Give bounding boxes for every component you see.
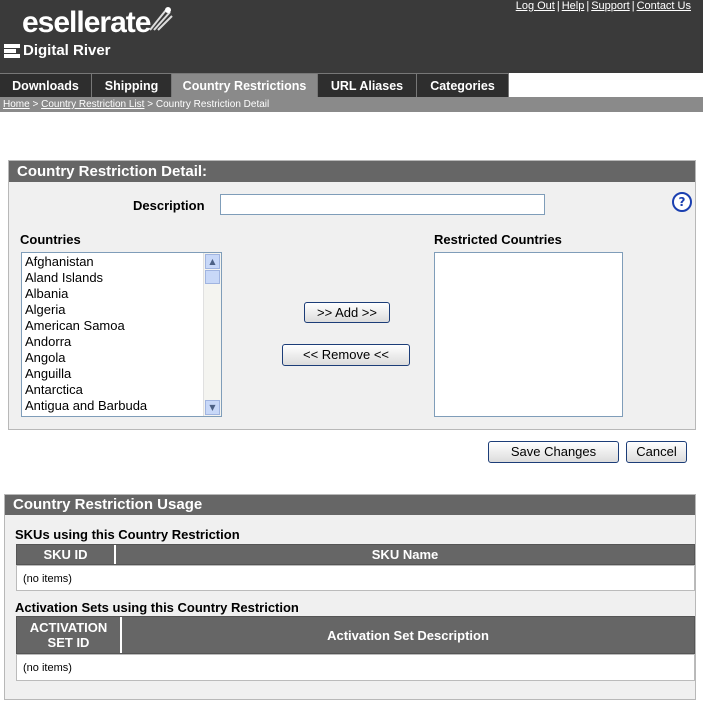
- breadcrumb-separator: >: [29, 99, 42, 110]
- scroll-up-icon[interactable]: ▲: [205, 254, 220, 269]
- digital-river-mark-icon: [4, 44, 20, 58]
- tab-downloads[interactable]: Downloads: [0, 73, 92, 97]
- support-link[interactable]: Support: [591, 0, 630, 12]
- sku-table-header: SKU ID SKU Name: [16, 544, 695, 565]
- top-links: Log Out | Help | Support | Contact Us: [515, 0, 691, 12]
- usage-title: Country Restriction Usage: [5, 495, 695, 515]
- countries-listbox[interactable]: Afghanistan Aland Islands Albania Algeri…: [21, 252, 222, 417]
- column-header-sku-name[interactable]: SKU Name: [116, 545, 694, 564]
- countries-scrollbar[interactable]: ▲ ▼: [203, 253, 221, 416]
- list-item[interactable]: Anguilla: [25, 366, 203, 382]
- list-item[interactable]: Algeria: [25, 302, 203, 318]
- scroll-thumb[interactable]: [205, 270, 220, 284]
- panel-title: Country Restriction Detail:: [9, 161, 695, 182]
- description-label: Description: [133, 198, 205, 213]
- list-item[interactable]: Antigua and Barbuda: [25, 398, 203, 414]
- add-button[interactable]: >> Add >>: [304, 302, 390, 323]
- remove-button[interactable]: << Remove <<: [282, 344, 410, 366]
- column-header-sku-id[interactable]: SKU ID: [17, 545, 116, 564]
- help-link[interactable]: Help: [562, 0, 585, 12]
- contact-link[interactable]: Contact Us: [637, 0, 691, 12]
- list-item[interactable]: Albania: [25, 286, 203, 302]
- column-header-activation-set-id[interactable]: ACTIVATION SET ID: [17, 617, 122, 653]
- list-item[interactable]: Angola: [25, 350, 203, 366]
- breadcrumb-list[interactable]: Country Restriction List: [41, 99, 144, 110]
- activation-table-header: ACTIVATION SET ID Activation Set Descrip…: [16, 616, 695, 654]
- logout-link[interactable]: Log Out: [516, 0, 555, 12]
- tab-shipping[interactable]: Shipping: [92, 73, 172, 97]
- breadcrumb-current: Country Restriction Detail: [155, 99, 270, 110]
- column-header-activation-set-description[interactable]: Activation Set Description: [122, 617, 694, 653]
- esellerate-logo: esellerate: [22, 6, 151, 40]
- restricted-countries-label: Restricted Countries: [434, 232, 562, 247]
- tab-categories[interactable]: Categories: [417, 73, 509, 97]
- country-restriction-usage-panel: Country Restriction Usage SKUs using thi…: [4, 494, 696, 700]
- activation-sets-heading: Activation Sets using this Country Restr…: [15, 600, 299, 615]
- skus-heading: SKUs using this Country Restriction: [15, 527, 240, 542]
- activation-table-empty-row: (no items): [16, 654, 695, 681]
- app-header: esellerate Digital River Log Out | Help | Su…: [0, 0, 703, 73]
- countries-label: Countries: [20, 232, 81, 247]
- tab-country-restrictions[interactable]: Country Restrictions: [172, 73, 318, 97]
- save-changes-button[interactable]: Save Changes: [488, 441, 619, 463]
- description-input[interactable]: [220, 194, 545, 215]
- breadcrumb: Home > Country Restriction List > Countr…: [0, 97, 703, 112]
- rocket-logo-icon: [149, 7, 173, 31]
- main-tabs: Downloads Shipping Country Restrictions …: [0, 73, 703, 97]
- tab-url-aliases[interactable]: URL Aliases: [318, 73, 417, 97]
- digital-river-text: Digital River: [23, 42, 111, 59]
- list-item[interactable]: Andorra: [25, 334, 203, 350]
- restricted-countries-listbox[interactable]: [434, 252, 623, 417]
- list-item[interactable]: Afghanistan: [25, 254, 203, 270]
- cancel-button[interactable]: Cancel: [626, 441, 687, 463]
- list-item[interactable]: American Samoa: [25, 318, 203, 334]
- list-item[interactable]: Antarctica: [25, 382, 203, 398]
- scroll-down-icon[interactable]: ▼: [205, 400, 220, 415]
- sku-table-empty-row: (no items): [16, 565, 695, 591]
- logo-text: esellerate: [22, 6, 151, 39]
- country-restriction-detail-panel: Country Restriction Detail: Description …: [8, 160, 696, 430]
- list-item[interactable]: Aland Islands: [25, 270, 203, 286]
- breadcrumb-home[interactable]: Home: [3, 99, 30, 110]
- breadcrumb-separator: >: [144, 99, 156, 110]
- help-icon[interactable]: ?: [672, 192, 692, 212]
